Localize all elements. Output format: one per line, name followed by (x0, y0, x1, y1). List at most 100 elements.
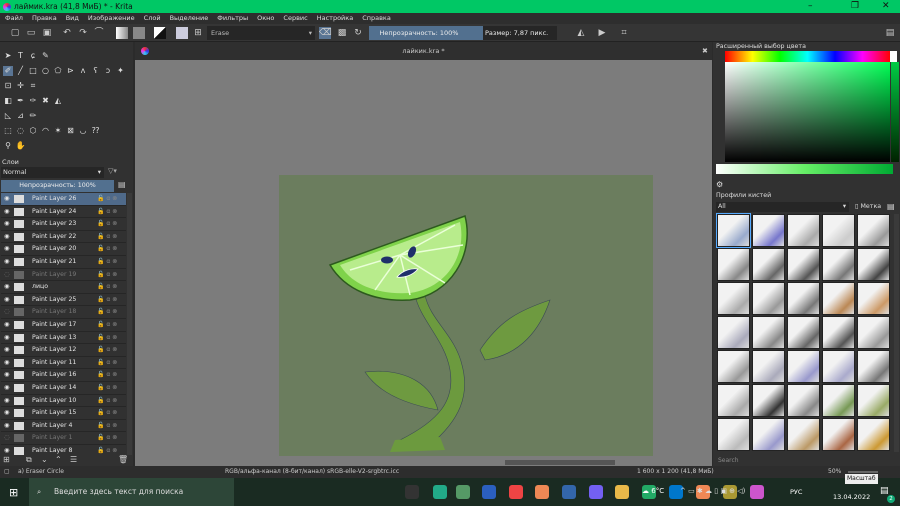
brush-preset[interactable] (822, 248, 855, 281)
color-picker-tool-icon[interactable]: ✒ (16, 96, 26, 106)
polygon-tool-icon[interactable]: ⬠ (53, 66, 63, 76)
reference-tool-icon[interactable]: ⊿ (16, 111, 26, 121)
layer-flags-icons[interactable]: 🔓 α ⊗ (97, 395, 117, 408)
brush-preset[interactable] (857, 248, 890, 281)
word-icon[interactable] (482, 485, 496, 499)
new-document-icon[interactable]: ▢ (9, 27, 21, 39)
layer-flags-icons[interactable]: 🔓 α ⊗ (97, 344, 117, 357)
alpha-lock-icon[interactable]: ▩ (336, 27, 348, 39)
brush-preset[interactable] (787, 248, 820, 281)
document-tab[interactable]: лайкик.kra * (402, 47, 444, 55)
file-explorer-icon[interactable] (615, 485, 629, 499)
layer-row[interactable]: ◌ Paint Layer 18 🔓 α ⊗ (1, 306, 126, 319)
brush-preset[interactable] (716, 213, 751, 248)
zoom-tool-icon[interactable]: ⚲ (3, 141, 13, 151)
brush-preset[interactable] (857, 282, 890, 315)
brush-preset[interactable] (822, 384, 855, 417)
eye-hidden-icon[interactable]: ◌ (4, 432, 12, 445)
eye-icon[interactable]: ◉ (4, 193, 12, 206)
layer-blend-select[interactable]: Normal ▾ (1, 167, 104, 178)
pattern-swatch[interactable] (133, 27, 145, 39)
transform-tool-icon[interactable]: ⊡ (3, 81, 13, 91)
layer-flags-icons[interactable]: 🔓 α ⊗ (97, 432, 117, 445)
brush-preset[interactable] (717, 384, 750, 417)
layer-flags-icons[interactable]: 🔓 α ⊗ (97, 407, 117, 420)
brush-preset[interactable] (787, 418, 820, 451)
redo-icon[interactable]: ↷ (77, 27, 89, 39)
layer-row[interactable]: ◉ Paint Layer 13 🔓 α ⊗ (1, 332, 126, 345)
layer-row[interactable]: ◉ Paint Layer 11 🔓 α ⊗ (1, 357, 126, 370)
layer-row[interactable]: ◉ Paint Layer 16 🔓 α ⊗ (1, 369, 126, 382)
menu-item[interactable]: Настройка (317, 13, 353, 24)
saturation-value-square[interactable] (725, 62, 890, 162)
magnetic-select-tool-icon[interactable]: ⁇ (91, 126, 101, 136)
maximize-button[interactable]: ❐ (851, 0, 859, 13)
layer-properties-icon[interactable]: ▤ (118, 180, 130, 192)
calligraphy-tool-icon[interactable]: ɕ (28, 51, 38, 61)
add-layer-icon[interactable]: ⊞ (3, 455, 10, 464)
blend-mode-select[interactable]: Erase ▾ (207, 26, 315, 40)
menu-item[interactable]: Справка (362, 13, 391, 24)
layer-flags-icons[interactable]: 🔓 α ⊗ (97, 306, 117, 319)
eye-icon[interactable]: ◉ (4, 319, 12, 332)
layer-row[interactable]: ◉ Paint Layer 22 🔓 α ⊗ (1, 231, 126, 244)
edit-shapes-tool-icon[interactable]: ✎ (41, 51, 51, 61)
workspace-icon[interactable]: ▤ (884, 27, 896, 39)
smart-patch-tool-icon[interactable]: ✑ (28, 96, 38, 106)
ellipse-select-tool-icon[interactable]: ◌ (16, 126, 26, 136)
white-swatch[interactable] (890, 51, 897, 62)
layer-flags-icons[interactable]: 🔓 α ⊗ (97, 218, 117, 231)
text-tool-icon[interactable]: T (16, 51, 26, 61)
brush-preset[interactable] (822, 214, 855, 247)
move-tool-icon[interactable]: ✛ (16, 81, 26, 91)
brush-preset[interactable] (857, 214, 890, 247)
brush-preset[interactable] (752, 214, 785, 247)
zoom-slider[interactable] (848, 471, 878, 473)
eye-icon[interactable]: ◉ (4, 294, 12, 307)
eraser-mode-icon[interactable]: ⌫ (319, 27, 332, 39)
layer-row[interactable]: ◉ Paint Layer 14 🔓 α ⊗ (1, 382, 126, 395)
opacity-slider[interactable]: Непрозрачность: 100% (369, 26, 469, 40)
dynamic-brush-tool-icon[interactable]: ɔ (103, 66, 113, 76)
brush-preset[interactable] (857, 316, 890, 349)
mirror-vertical-icon[interactable]: ▶ (596, 27, 608, 39)
color-history-strip[interactable] (891, 62, 899, 162)
brush-preset[interactable] (717, 316, 750, 349)
menu-item[interactable]: Сервис (283, 13, 307, 24)
pick-tool-icon[interactable]: ✏ (28, 111, 38, 121)
eye-icon[interactable]: ◉ (4, 256, 12, 269)
color-settings-icon[interactable]: ⚙ (716, 180, 723, 189)
brush-preset[interactable] (717, 418, 750, 451)
gradient-swatch[interactable] (116, 27, 128, 39)
duplicate-layer-icon[interactable]: ⧉ (26, 455, 32, 465)
similar-select-tool-icon[interactable]: ✶ (53, 126, 63, 136)
layer-flags-icons[interactable]: 🔓 α ⊗ (97, 206, 117, 219)
weather-widget[interactable]: ☁ 6°C (642, 487, 664, 495)
people-icon[interactable] (433, 485, 447, 499)
brush-preset[interactable] (752, 350, 785, 383)
menu-item[interactable]: Фильтры (217, 13, 248, 24)
bezier-tool-icon[interactable]: ʌ (78, 66, 88, 76)
eye-icon[interactable]: ◉ (4, 395, 12, 408)
eye-icon[interactable]: ◉ (4, 407, 12, 420)
eye-icon[interactable]: ◉ (4, 420, 12, 433)
layer-row[interactable]: ◉ лицо 🔓 α ⊗ (1, 281, 126, 294)
eye-icon[interactable]: ◉ (4, 281, 12, 294)
brush-preset-icon[interactable] (176, 27, 188, 39)
brush-preset[interactable] (717, 282, 750, 315)
crop-tool-icon[interactable]: ⌗ (28, 81, 38, 91)
contiguous-select-tool-icon[interactable]: ⊠ (66, 126, 76, 136)
delete-layer-icon[interactable]: 🗑 (118, 455, 128, 464)
horizontal-scrollbar[interactable] (505, 460, 615, 465)
open-icon[interactable]: ▭ (25, 27, 37, 39)
brush-scrollbar[interactable] (894, 214, 899, 452)
notifications-icon[interactable]: ▤ (880, 486, 889, 496)
menu-item[interactable]: Окно (257, 13, 274, 24)
polyline-tool-icon[interactable]: ⊳ (66, 66, 76, 76)
select-shapes-tool-icon[interactable]: ➤ (3, 51, 13, 61)
move-down-icon[interactable]: ⌄ (41, 455, 48, 464)
layer-flags-icons[interactable]: 🔓 α ⊗ (97, 420, 117, 433)
canvas-artwork[interactable] (135, 60, 712, 466)
gradient-tool-icon[interactable]: ◧ (3, 96, 13, 106)
brush-preset[interactable] (822, 350, 855, 383)
